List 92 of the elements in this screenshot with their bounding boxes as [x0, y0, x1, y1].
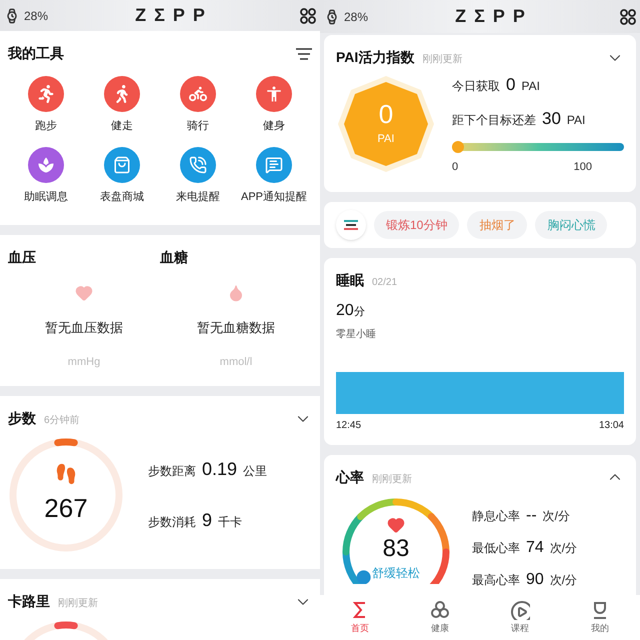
stat-label: 今日获取 [452, 78, 500, 95]
section-title: 心率 [336, 468, 364, 486]
sleep-value: 20 [336, 300, 354, 320]
tool-label: 助眠调息 [24, 190, 68, 204]
section-title: 步数 [8, 409, 36, 428]
app-logo: ZΣPP [135, 4, 213, 27]
stat-value: -- [526, 506, 537, 526]
sleep-type: 零星小睡 [336, 328, 377, 342]
battery-level: 28% [24, 8, 48, 24]
scale-max: 100 [574, 160, 592, 175]
start-time: 12:45 [336, 418, 362, 432]
pai-unit: PAI [378, 132, 394, 146]
heart-rate-value: 83 [382, 534, 410, 564]
stat-unit: PAI [521, 78, 540, 95]
heart-icon [75, 284, 93, 302]
stat-value: 0.19 [202, 458, 238, 481]
tool-label: 健身 [263, 119, 285, 134]
pai-value: 0 [378, 100, 394, 126]
step-count: 267 [44, 492, 88, 524]
running-person-icon [37, 85, 55, 103]
battery-level: 28% [344, 8, 368, 26]
tool-label: 跑步 [35, 119, 57, 134]
grid-icon[interactable] [300, 8, 316, 24]
lotus-icon [37, 156, 55, 174]
tab[interactable]: 首页 [320, 595, 400, 640]
footprints-icon [55, 462, 77, 484]
unit-label: mmol/l [220, 354, 252, 370]
phone-call-icon [189, 156, 207, 174]
bicycle-icon [189, 85, 207, 103]
unit-label: mmHg [68, 354, 100, 370]
tool-label: 来电提醒 [176, 190, 220, 204]
grid-icon[interactable] [620, 8, 636, 24]
heart-icon [387, 516, 405, 534]
person-icon [265, 85, 283, 103]
shopping-bag-icon [113, 156, 131, 174]
tab[interactable]: 课程 [480, 595, 560, 640]
section-title: 睡眠 [336, 270, 364, 290]
section-title: 我的工具 [8, 44, 64, 63]
filter-icon[interactable] [296, 48, 312, 60]
tab[interactable]: 我的 [560, 595, 640, 640]
tag-menu-button[interactable] [336, 210, 366, 240]
tool-label: APP通知提醒 [240, 190, 307, 204]
stat-label: 静息心率 [472, 508, 520, 524]
end-time: 13:04 [598, 418, 624, 432]
tool-item[interactable]: 助眠调息 [8, 146, 84, 205]
empty-message: 暂无血压数据 [45, 319, 123, 337]
tool-item[interactable]: 来电提醒 [160, 146, 236, 205]
stat-value: 9 [202, 509, 212, 532]
tool-item[interactable]: APP通知提醒 [236, 146, 312, 205]
sleep-unit: 分 [354, 304, 365, 320]
health-icon [430, 600, 450, 620]
stat-unit: 次/分 [550, 572, 578, 588]
play-icon [510, 600, 530, 620]
stat-label: 步数距离 [148, 463, 196, 480]
heart-rate-status: 舒缓轻松 [372, 564, 420, 582]
tool-item[interactable]: 骑行 [160, 76, 236, 134]
tool-item[interactable]: 健身 [236, 76, 312, 134]
tab[interactable]: 健康 [400, 595, 480, 640]
tool-label: 表盘商城 [100, 190, 144, 204]
tool-item[interactable]: 跑步 [8, 76, 84, 134]
section-title: 血压 [8, 248, 37, 267]
update-time: 刚刚更新 [422, 52, 462, 67]
empty-message: 暂无血糖数据 [197, 319, 275, 337]
tool-item[interactable]: 健走 [84, 76, 160, 134]
stat-value: 0 [506, 74, 516, 96]
stat-unit: 次/分 [550, 540, 578, 556]
stat-value: 30 [542, 108, 561, 130]
section-title: 血糖 [160, 248, 189, 267]
stat-label: 最低心率 [472, 540, 520, 556]
update-time: 刚刚更新 [372, 472, 412, 486]
list-icon [344, 220, 358, 230]
stat-value: 90 [526, 570, 544, 590]
section-title: PAI活力指数 [336, 48, 414, 67]
tool-label: 健走 [111, 119, 133, 134]
stat-label: 最高心率 [472, 572, 520, 588]
stat-unit: PAI [566, 112, 586, 128]
app-logo: ZΣPP [455, 5, 533, 28]
tool-label: 骑行 [187, 119, 209, 134]
stat-label: 步数消耗 [148, 514, 196, 531]
stat-unit: 公里 [243, 463, 268, 480]
update-time: 刚刚更新 [58, 596, 98, 611]
update-time: 6分钟前 [44, 414, 80, 428]
scale-min: 0 [452, 160, 458, 175]
droplet-icon [227, 284, 245, 302]
stat-unit: 千卡 [218, 514, 242, 531]
message-icon [265, 156, 283, 174]
tool-item[interactable]: 表盘商城 [84, 146, 160, 205]
section-title: 卡路里 [8, 592, 50, 611]
stat-label: 距下个目标还差 [452, 112, 536, 128]
sleep-date: 02/21 [372, 276, 398, 290]
stat-value: 74 [526, 538, 544, 558]
stat-unit: 次/分 [542, 508, 570, 524]
